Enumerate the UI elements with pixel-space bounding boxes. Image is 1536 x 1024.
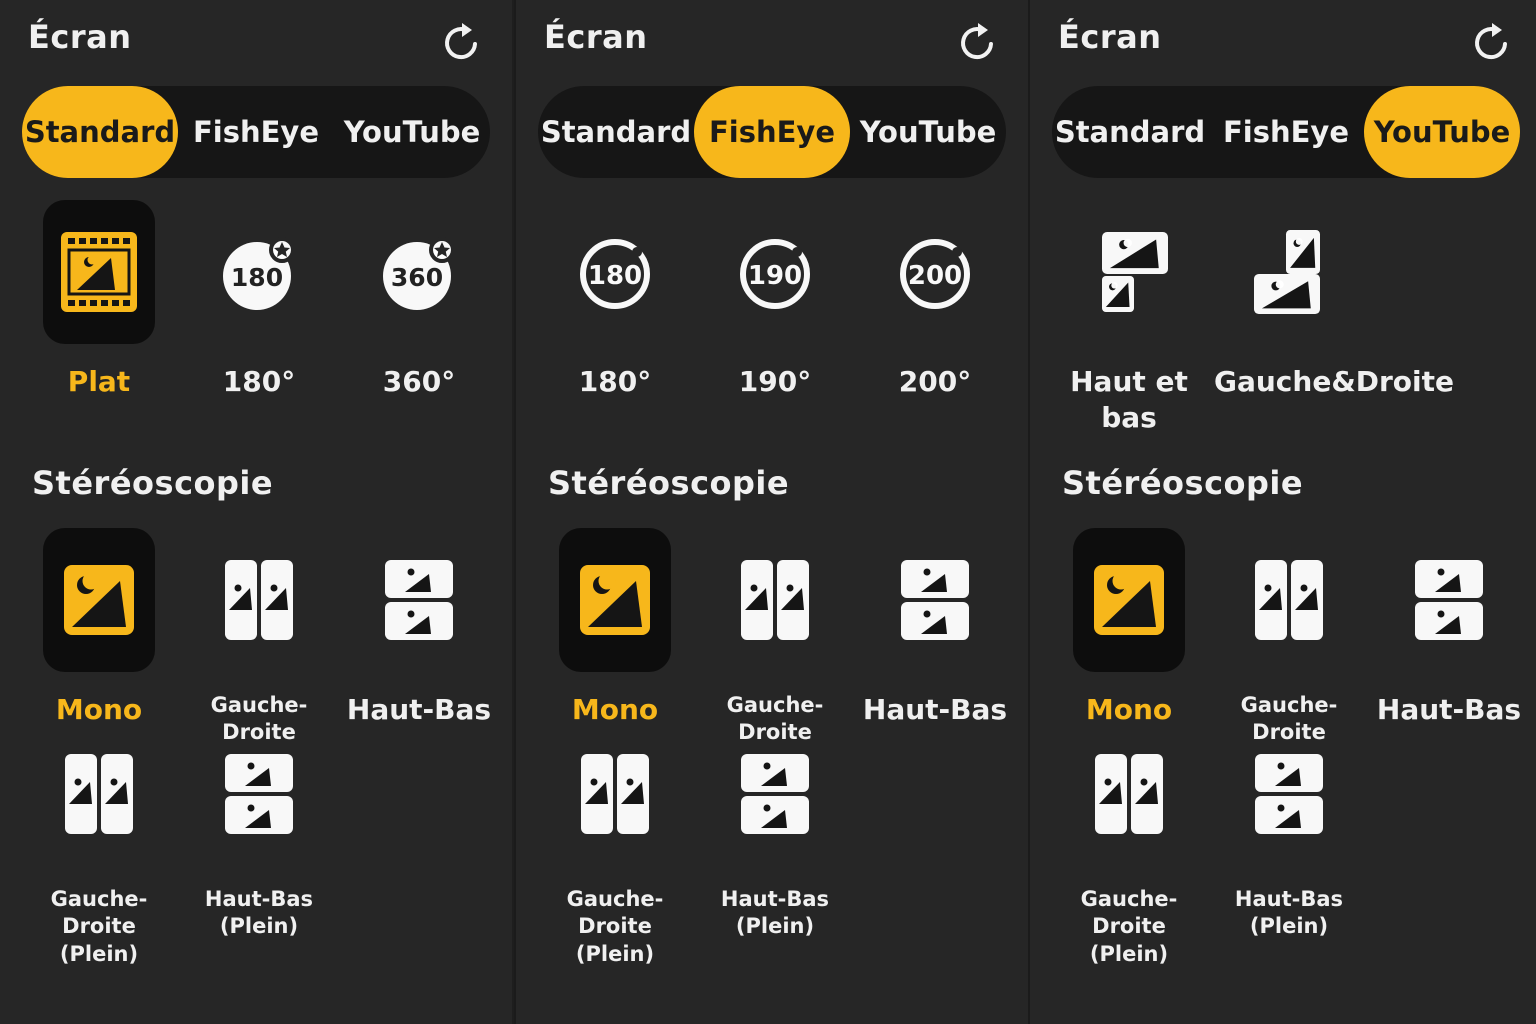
- panel-title: Écran: [28, 18, 132, 56]
- stereo-option-label: Gauche-Droite (Plein): [1080, 887, 1178, 966]
- stereo-section-title: Stéréoscopie: [1062, 464, 1304, 502]
- tab-standard[interactable]: Standard: [1052, 86, 1208, 178]
- tab-youtube[interactable]: YouTube: [1364, 86, 1520, 178]
- stereo-option[interactable]: Haut-Bas: [1374, 528, 1524, 728]
- screen-option[interactable]: 180 180°: [540, 200, 690, 400]
- stereo-option[interactable]: Haut-Bas (Plein): [1214, 722, 1364, 941]
- side-by-side-icon: [203, 528, 315, 672]
- settings-panel: Écran Standard FishEye YouTube Plat 180 18…: [0, 0, 512, 1024]
- stereo-option-label: Haut-Bas: [1376, 693, 1522, 726]
- svg-text:180: 180: [588, 261, 642, 291]
- fisheye-190-icon: 190: [719, 200, 831, 344]
- settings-panel: Écran Standard FishEye YouTube 180 180° 19…: [514, 0, 1028, 1024]
- stereo-option-label: Gauche-Droite (Plein): [50, 887, 148, 966]
- tab-fisheye[interactable]: FishEye: [694, 86, 850, 178]
- mode-tabs: Standard FishEye YouTube: [538, 86, 1006, 178]
- top-bottom-icon: [1393, 528, 1505, 672]
- panel-title: Écran: [1058, 18, 1162, 56]
- refresh-icon[interactable]: [442, 20, 482, 64]
- stereo-option[interactable]: Gauche-Droite (Plein): [1054, 722, 1204, 968]
- side-by-side-icon: [1233, 528, 1345, 672]
- svg-text:180: 180: [231, 263, 283, 292]
- side-by-side-full-icon: [43, 722, 155, 866]
- top-bottom-icon: [363, 528, 475, 672]
- stereo-option[interactable]: Haut-Bas (Plein): [184, 722, 334, 941]
- tab-standard[interactable]: Standard: [22, 86, 178, 178]
- fisheye-200-icon: 200: [879, 200, 991, 344]
- screen-option[interactable]: 200 200°: [860, 200, 1010, 400]
- svg-text:200: 200: [908, 261, 962, 291]
- top-bottom-full-icon: [203, 722, 315, 866]
- screen-option[interactable]: 190 190°: [700, 200, 850, 400]
- screen-option-label: Haut et bas: [1070, 365, 1188, 435]
- tab-fisheye[interactable]: FishEye: [178, 86, 334, 178]
- svg-text:360: 360: [391, 263, 443, 292]
- screen-option[interactable]: Haut et bas: [1054, 200, 1204, 437]
- stereo-option-label: Haut-Bas: [862, 693, 1008, 726]
- stereo-option[interactable]: Gauche-Droite: [700, 528, 850, 747]
- stereo-option[interactable]: Gauche-Droite: [184, 528, 334, 747]
- mode-tabs: Standard FishEye YouTube: [22, 86, 490, 178]
- stereo-option-label: Haut-Bas (Plein): [720, 887, 830, 939]
- side-by-side-icon: [719, 528, 831, 672]
- fisheye-180-icon: 180: [559, 200, 671, 344]
- screen-option[interactable]: Gauche&Droite: [1214, 200, 1455, 400]
- sphere-360-icon: 360: [363, 200, 475, 344]
- mono-image-icon: [1073, 528, 1185, 672]
- mode-tabs: Standard FishEye YouTube: [1052, 86, 1520, 178]
- tab-youtube[interactable]: YouTube: [850, 86, 1006, 178]
- top-bottom-full-icon: [1233, 722, 1345, 866]
- screen-option-label: 180°: [578, 365, 652, 398]
- stereo-option[interactable]: Mono: [24, 528, 174, 728]
- mono-image-icon: [559, 528, 671, 672]
- stereo-section-title: Stéréoscopie: [548, 464, 790, 502]
- top-bottom-full-icon: [719, 722, 831, 866]
- tab-fisheye[interactable]: FishEye: [1208, 86, 1364, 178]
- screen-option-label: 180°: [222, 365, 296, 398]
- tab-youtube[interactable]: YouTube: [334, 86, 490, 178]
- screen-option-label: 190°: [738, 365, 812, 398]
- side-by-side-full-icon: [1073, 722, 1185, 866]
- stereo-option-label: Haut-Bas: [346, 693, 492, 726]
- panel-title: Écran: [544, 18, 648, 56]
- stereo-option-label: Haut-Bas (Plein): [204, 887, 314, 939]
- settings-panel: Écran Standard FishEye YouTube Haut et bas: [1028, 0, 1536, 1024]
- refresh-icon[interactable]: [1472, 20, 1512, 64]
- film-image-icon: [43, 200, 155, 344]
- screen-option-label: 200°: [898, 365, 972, 398]
- top-bottom-icon: [879, 528, 991, 672]
- stereo-option[interactable]: Gauche-Droite (Plein): [540, 722, 690, 968]
- screen-option[interactable]: 180 180°: [184, 200, 334, 400]
- stereo-option-label: Gauche-Droite (Plein): [566, 887, 664, 966]
- refresh-icon[interactable]: [958, 20, 998, 64]
- screen-option[interactable]: Plat: [24, 200, 174, 400]
- stereo-option[interactable]: Gauche-Droite: [1214, 528, 1364, 747]
- stereo-option[interactable]: Haut-Bas: [344, 528, 494, 728]
- svg-text:190: 190: [748, 261, 802, 291]
- screen-option[interactable]: 360 360°: [344, 200, 494, 400]
- screen-option-label: 360°: [382, 365, 456, 398]
- stereo-option[interactable]: Haut-Bas: [860, 528, 1010, 728]
- sphere-180-icon: 180: [203, 200, 315, 344]
- stereo-option[interactable]: Haut-Bas (Plein): [700, 722, 850, 941]
- screen-option-label: Gauche&Droite: [1214, 365, 1455, 398]
- stereo-option-label: Haut-Bas (Plein): [1234, 887, 1344, 939]
- screen-option-label: Plat: [67, 365, 131, 398]
- tab-standard[interactable]: Standard: [538, 86, 694, 178]
- stereo-option[interactable]: Mono: [540, 528, 690, 728]
- stereo-section-title: Stéréoscopie: [32, 464, 274, 502]
- stereo-option[interactable]: Gauche-Droite (Plein): [24, 722, 174, 968]
- stereo-option[interactable]: Mono: [1054, 528, 1204, 728]
- mono-image-icon: [43, 528, 155, 672]
- youtube-top-bottom-icon: [1073, 200, 1185, 344]
- side-by-side-full-icon: [559, 722, 671, 866]
- youtube-left-right-icon: [1233, 200, 1345, 344]
